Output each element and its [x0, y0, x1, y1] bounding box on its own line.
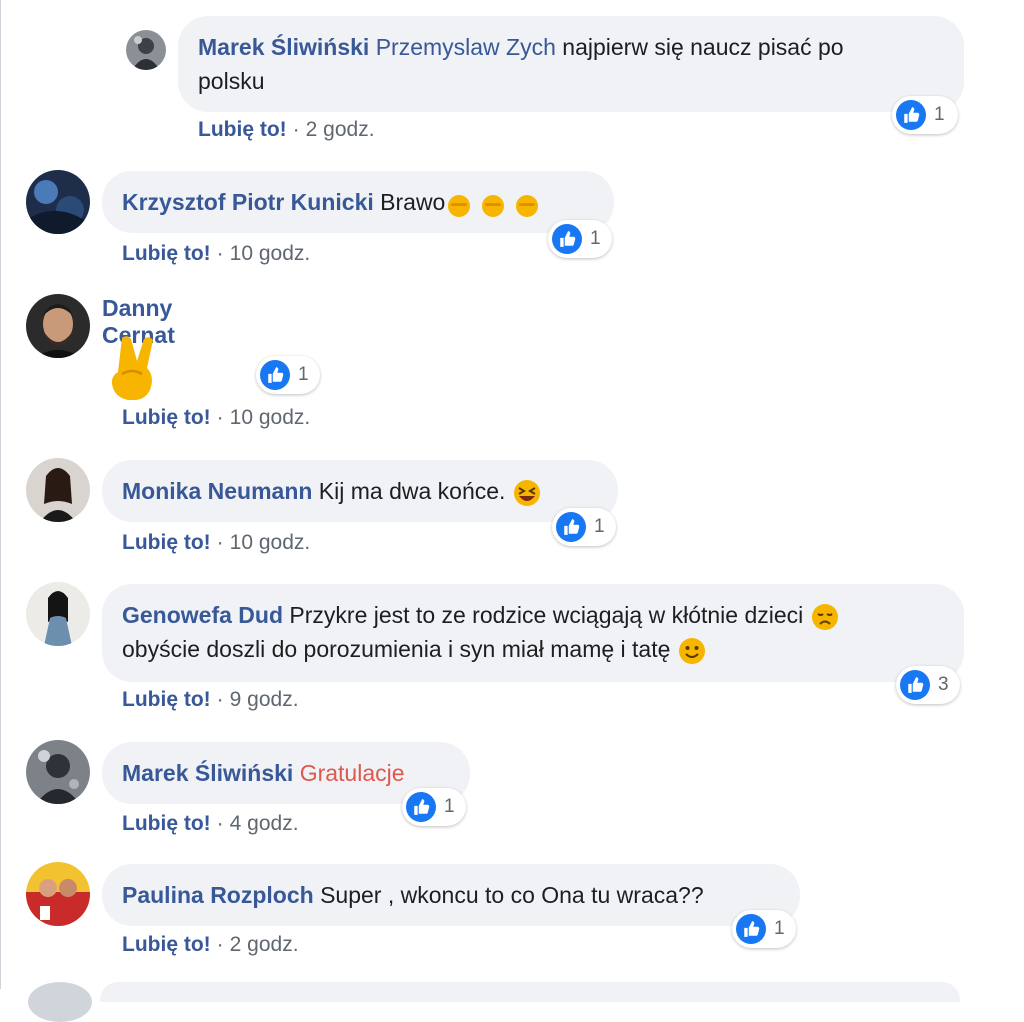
thumbs-up-icon — [896, 100, 926, 130]
comment-mention[interactable]: Przemyslaw Zych — [376, 34, 556, 60]
like-link[interactable]: Lubię to! — [122, 531, 211, 554]
comment-time[interactable]: 10 godz. — [230, 406, 311, 429]
comment-time[interactable]: 10 godz. — [230, 242, 311, 265]
avatar[interactable] — [26, 458, 90, 522]
meta-separator: · — [216, 406, 224, 429]
comment-meta: Lubię to! · 10 godz. — [122, 242, 310, 266]
like-link[interactable]: Lubię to! — [198, 118, 287, 141]
thumbs-up-icon — [556, 512, 586, 542]
comment-time[interactable]: 9 godz. — [230, 688, 299, 711]
avatar[interactable] — [26, 294, 90, 358]
reaction-badge[interactable]: 3 — [896, 666, 960, 704]
comment-time[interactable]: 2 godz. — [230, 933, 299, 956]
reaction-count: 1 — [298, 364, 309, 385]
meta-separator: · — [216, 242, 224, 265]
comment-text: Przykre jest to ze rodzice wciągają w kł… — [283, 602, 804, 628]
meta-separator: · — [292, 118, 300, 141]
like-link[interactable]: Lubię to! — [122, 812, 211, 835]
comment-meta: Lubię to! · 2 godz. — [198, 118, 375, 142]
avatar[interactable] — [26, 740, 90, 804]
thumbs-up-icon — [552, 224, 582, 254]
comment-time[interactable]: 10 godz. — [230, 531, 311, 554]
comment-text-line2: obyście doszli do porozumienia i syn mia… — [122, 636, 671, 662]
reaction-badge[interactable]: 1 — [552, 508, 616, 546]
next-comment-avatar — [28, 982, 92, 1022]
victory-hand-emoji — [108, 334, 164, 405]
comment-text: Brawo — [373, 189, 446, 215]
reaction-count: 1 — [590, 228, 601, 249]
comment-text-line2: polsku — [198, 68, 265, 94]
thumbs-up-icon — [900, 670, 930, 700]
comment-text: Super , wkoncu to co Ona tu wraca?? — [313, 882, 704, 908]
comment-author[interactable]: Marek Śliwiński — [122, 760, 293, 786]
like-link[interactable]: Lubię to! — [122, 688, 211, 711]
reaction-count: 1 — [444, 796, 455, 817]
reaction-badge[interactable]: 1 — [402, 788, 466, 826]
avatar[interactable] — [26, 170, 90, 234]
comment-meta: Lubię to! · 4 godz. — [122, 812, 299, 836]
avatar[interactable] — [26, 862, 90, 926]
reaction-count: 1 — [594, 516, 605, 537]
reaction-badge[interactable]: 1 — [548, 220, 612, 258]
thumbs-up-icon — [260, 360, 290, 390]
comment-text: Kij ma dwa końce. — [312, 478, 506, 504]
meta-separator: · — [216, 531, 224, 554]
comment-meta: Lubię to! · 10 godz. — [122, 531, 310, 555]
comment-meta: Lubię to! · 9 godz. — [122, 688, 299, 712]
like-link[interactable]: Lubię to! — [122, 242, 211, 265]
disappointed-face-emoji — [810, 602, 840, 630]
comment-author[interactable]: Genowefa Dud — [122, 602, 283, 628]
comment-author[interactable]: Paulina Rozploch — [122, 882, 314, 908]
comment-author[interactable]: Marek Śliwiński — [198, 34, 369, 60]
comment-bubble: Marek Śliwiński Przemyslaw Zych najpierw… — [178, 16, 964, 112]
comment-text: najpierw się naucz pisać po — [555, 34, 844, 60]
comment-bubble: Monika Neumann Kij ma dwa końce. — [102, 460, 618, 522]
comment-bubble: Paulina Rozploch Super , wkoncu to co On… — [102, 864, 800, 926]
like-link[interactable]: Lubię to! — [122, 933, 211, 956]
reaction-count: 1 — [774, 918, 785, 939]
comment-meta: Lubię to! · 10 godz. — [122, 406, 310, 430]
slightly-smiling-face-emoji — [677, 636, 707, 664]
reaction-count: 1 — [934, 104, 945, 125]
meta-separator: · — [216, 812, 224, 835]
like-link[interactable]: Lubię to! — [122, 406, 211, 429]
reaction-badge[interactable]: 1 — [732, 910, 796, 948]
comment-author[interactable]: Monika Neumann — [122, 478, 312, 504]
page-left-border — [0, 0, 1, 989]
reaction-badge[interactable]: 1 — [256, 356, 320, 394]
thumbs-up-icon — [736, 914, 766, 944]
meta-separator: · — [216, 688, 224, 711]
comment-mention[interactable]: Gratulacje — [300, 760, 405, 786]
comment-meta: Lubię to! · 2 godz. — [122, 933, 299, 957]
next-comment-bubble — [100, 982, 960, 1002]
comment-bubble: Krzysztof Piotr Kunicki Brawo — [102, 171, 614, 233]
meta-separator: · — [216, 933, 224, 956]
reaction-badge[interactable]: 1 — [892, 96, 958, 134]
comment-time[interactable]: 4 godz. — [230, 812, 299, 835]
comment-bubble: Genowefa Dud Przykre jest to ze rodzice … — [102, 584, 964, 682]
avatar[interactable] — [126, 30, 166, 70]
reaction-count: 3 — [938, 674, 949, 695]
clapping-hands-emoji — [445, 188, 541, 217]
grinning-squinting-emoji — [512, 478, 542, 506]
avatar[interactable] — [26, 582, 90, 646]
comment-time[interactable]: 2 godz. — [306, 118, 375, 141]
comment-author[interactable]: Krzysztof Piotr Kunicki — [122, 189, 374, 215]
thumbs-up-icon — [406, 792, 436, 822]
